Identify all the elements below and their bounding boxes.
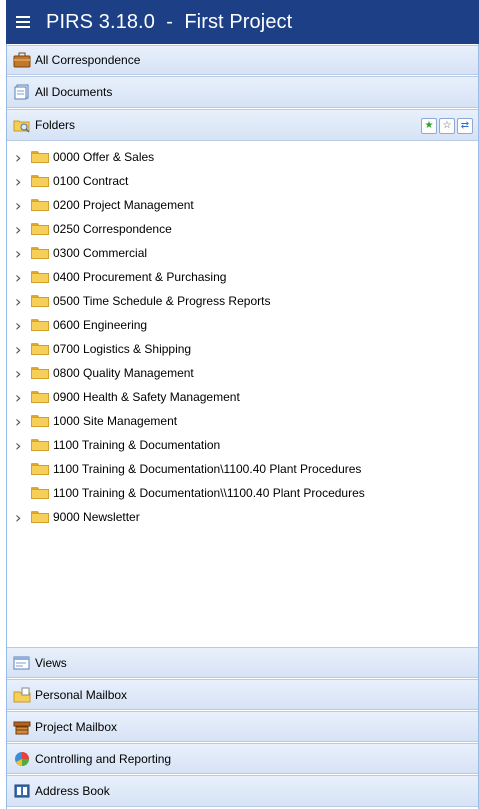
folder-tree-item[interactable]: 1100 Training & Documentation\1100.40 Pl… [7,457,478,481]
folder-icon [31,415,49,427]
menu-icon[interactable] [16,13,30,31]
folder-icon [31,175,49,187]
title-bar: PIRS 3.18.0 - First Project [6,0,479,44]
section-personal-mailbox[interactable]: Personal Mailbox [7,679,478,710]
section-address-book[interactable]: Address Book [7,775,478,807]
section-label: Controlling and Reporting [35,751,172,766]
folder-tree-item[interactable]: › 0800 Quality Management [7,361,478,385]
chevron-right-icon[interactable]: › [15,340,29,359]
folder-label: 0000 Offer & Sales [53,150,155,164]
section-views[interactable]: Views [7,647,478,678]
folder-label: 1000 Site Management [53,414,178,428]
folder-icon [31,511,49,523]
folder-tree-item[interactable]: › 1100 Training & Documentation [7,433,478,457]
folder-icon [31,151,49,163]
folder-label: 0200 Project Management [53,198,194,212]
section-label: Views [35,655,67,670]
folder-label: 0600 Engineering [53,318,148,332]
chevron-right-icon[interactable]: › [15,316,29,335]
folder-icon [31,199,49,211]
folder-tree-item[interactable]: › 0700 Logistics & Shipping [7,337,478,361]
folder-tree-item[interactable]: › 9000 Newsletter [7,505,478,529]
folder-icon [31,439,49,451]
chevron-right-icon[interactable]: › [15,148,29,167]
folder-icon [31,223,49,235]
folder-tree-item[interactable]: › 0200 Project Management [7,193,478,217]
folder-search-icon [13,117,31,133]
folder-icon [31,367,49,379]
folder-tree-item[interactable]: › 0900 Health & Safety Management [7,385,478,409]
folder-icon [31,271,49,283]
folder-toolbar: ★ ☆ ⇄ [421,118,473,134]
folder-tree-item[interactable]: › 0250 Correspondence [7,217,478,241]
section-all-correspondence[interactable]: All Correspondence [7,45,478,75]
folder-tree-item[interactable]: 1100 Training & Documentation\\1100.40 P… [7,481,478,505]
chevron-right-icon[interactable]: › [15,268,29,287]
section-all-documents[interactable]: All Documents [7,76,478,108]
pie-chart-icon [13,751,31,767]
folder-tree-item[interactable]: › 0600 Engineering [7,313,478,337]
folder-tree-item[interactable]: › 0100 Contract [7,169,478,193]
folder-icon [31,295,49,307]
section-project-mailbox[interactable]: Project Mailbox [7,711,478,742]
address-book-icon [13,783,31,799]
chevron-right-icon[interactable]: › [15,412,29,431]
folder-tree-item[interactable]: › 0000 Offer & Sales [7,145,478,169]
folder-tree-item[interactable]: › 0400 Procurement & Purchasing [7,265,478,289]
personal-mailbox-icon [13,687,31,703]
chevron-right-icon[interactable]: › [15,220,29,239]
section-label: Address Book [35,784,110,798]
folder-tree: › 0000 Offer & Sales › 0100 Contract › 0200 P… [7,145,478,529]
folder-icon [31,343,49,355]
section-label: Folders [35,118,76,132]
briefcase-icon [13,52,31,68]
folder-icon [31,487,49,499]
folder-icon [31,247,49,259]
folder-label: 1100 Training & Documentation [53,438,221,452]
folder-icon [31,319,49,331]
chevron-right-icon[interactable]: › [15,436,29,455]
section-label: Personal Mailbox [35,687,128,702]
chevron-right-icon[interactable]: › [15,292,29,311]
section-folders[interactable]: Folders ★ ☆ ⇄ [7,109,478,141]
folder-label: 9000 Newsletter [53,510,140,524]
folder-label: 0700 Logistics & Shipping [53,342,192,356]
documents-icon [13,84,31,100]
refresh-icon[interactable]: ⇄ [457,118,473,134]
star-icon[interactable]: ☆ [439,118,455,134]
folder-label: 1100 Training & Documentation\\1100.40 P… [53,486,365,500]
project-mailbox-icon [13,719,31,735]
folder-label: 0250 Correspondence [53,222,172,236]
chevron-right-icon[interactable]: › [15,196,29,215]
folder-label: 0900 Health & Safety Management [53,390,240,404]
section-label: Project Mailbox [35,719,118,734]
folder-label: 0300 Commercial [53,246,148,260]
folder-label: 1100 Training & Documentation\1100.40 Pl… [53,462,362,476]
star-add-icon[interactable]: ★ [421,118,437,134]
folder-tree-item[interactable]: › 1000 Site Management [7,409,478,433]
chevron-right-icon[interactable]: › [15,244,29,263]
app-title: PIRS 3.18.0 - First Project [46,10,293,33]
chevron-right-icon[interactable]: › [15,508,29,527]
section-label: All Correspondence [35,53,141,67]
chevron-right-icon[interactable]: › [15,364,29,383]
section-controlling-reporting[interactable]: Controlling and Reporting [7,743,478,774]
folder-label: 0400 Procurement & Purchasing [53,270,227,284]
folder-label: 0100 Contract [53,174,129,188]
folder-label: 0800 Quality Management [53,366,194,380]
chevron-right-icon[interactable]: › [15,172,29,191]
folder-label: 0500 Time Schedule & Progress Reports [53,294,271,308]
section-label: All Documents [35,85,113,99]
folder-icon [31,463,49,475]
chevron-right-icon[interactable]: › [15,388,29,407]
folder-tree-item[interactable]: › 0500 Time Schedule & Progress Reports [7,289,478,313]
folder-tree-item[interactable]: › 0300 Commercial [7,241,478,265]
folder-icon [31,391,49,403]
views-icon [13,655,31,671]
